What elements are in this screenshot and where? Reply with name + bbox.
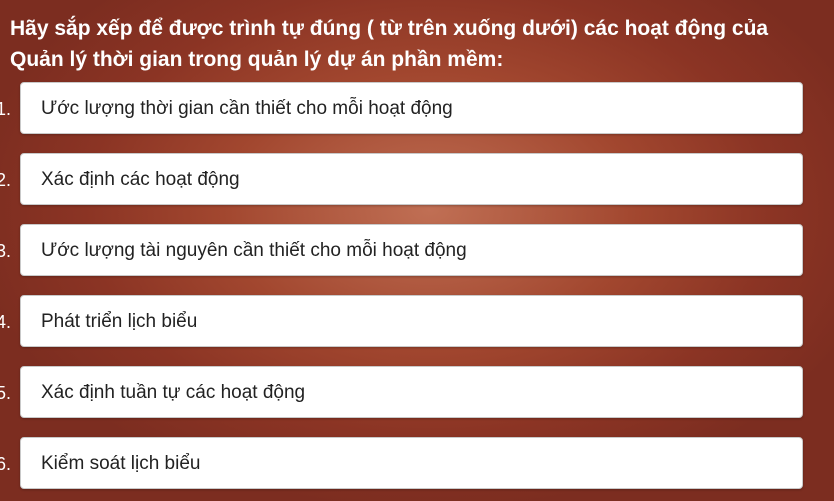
list-item: 1. Ước lượng thời gian cần thiết cho mỗi…: [0, 82, 834, 136]
item-number: 2.: [0, 170, 12, 190]
item-label: Phát triển lịch biểu: [41, 311, 198, 332]
draggable-answer-item[interactable]: Xác định các hoạt động: [20, 153, 803, 205]
item-number: 6.: [0, 454, 12, 474]
draggable-answer-item[interactable]: Ước lượng tài nguyên cần thiết cho mỗi h…: [20, 224, 803, 276]
draggable-answer-item[interactable]: Ước lượng thời gian cần thiết cho mỗi ho…: [20, 82, 803, 134]
item-label: Kiểm soát lịch biểu: [41, 453, 201, 474]
item-label: Xác định tuần tự các hoạt động: [41, 382, 306, 403]
item-label: Ước lượng tài nguyên cần thiết cho mỗi h…: [41, 240, 467, 261]
item-number: 3.: [0, 241, 12, 261]
item-number: 4.: [0, 312, 12, 332]
item-label: Xác định các hoạt động: [41, 169, 240, 190]
draggable-answer-item[interactable]: Kiểm soát lịch biểu: [20, 437, 803, 489]
item-label: Ước lượng thời gian cần thiết cho mỗi ho…: [41, 98, 453, 119]
list-item: 3. Ước lượng tài nguyên cần thiết cho mỗ…: [0, 224, 834, 278]
list-item: 4. Phát triển lịch biểu: [0, 295, 834, 349]
draggable-answer-item[interactable]: Phát triển lịch biểu: [20, 295, 803, 347]
list-item: 5. Xác định tuần tự các hoạt động: [0, 366, 834, 420]
item-number: 5.: [0, 383, 12, 403]
item-number: 1.: [0, 99, 12, 119]
draggable-answer-item[interactable]: Xác định tuần tự các hoạt động: [20, 366, 803, 418]
list-item: 2. Xác định các hoạt động: [0, 153, 834, 207]
list-item: 6. Kiểm soát lịch biểu: [0, 437, 834, 491]
question-text: Hãy sắp xếp để được trình tự đúng ( từ t…: [10, 17, 769, 71]
